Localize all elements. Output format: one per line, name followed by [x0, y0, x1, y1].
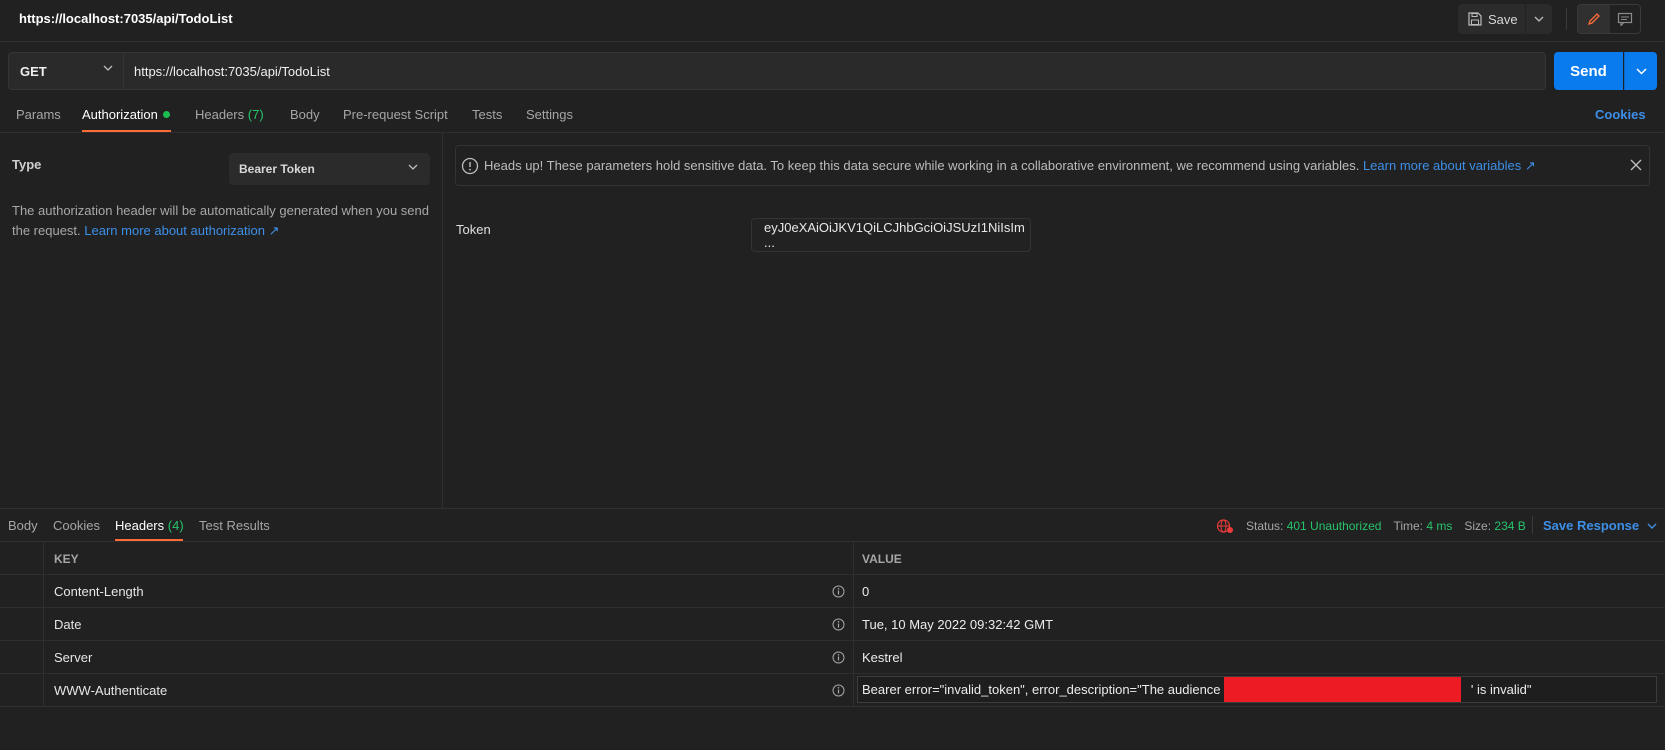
- type-label: Type: [12, 157, 42, 172]
- response-headers-count: (4): [167, 518, 184, 533]
- toolbar-divider: [1566, 8, 1567, 30]
- chevron-down-icon: [103, 65, 113, 71]
- header-key-text: Date: [54, 617, 82, 632]
- status-value[interactable]: 401 Unauthorized: [1287, 519, 1382, 533]
- learn-more-authorization-link[interactable]: Learn more about authorization ↗: [84, 223, 279, 238]
- globe-error-icon[interactable]: [1216, 518, 1234, 534]
- url-input[interactable]: https://localhost:7035/api/TodoList: [124, 52, 1546, 90]
- sensitive-data-banner: Heads up! These parameters hold sensitiv…: [455, 145, 1650, 186]
- title-bar: https://localhost:7035/api/TodoList Save: [0, 0, 1665, 42]
- headers-count: (7): [247, 107, 264, 122]
- header-key: Content-Length: [44, 575, 854, 608]
- row-gutter: [0, 608, 44, 641]
- value-suffix: ' is invalid": [1470, 682, 1532, 697]
- header-key-text: Server: [54, 650, 93, 665]
- tab-headers-label: Headers: [195, 107, 245, 122]
- tab-authorization[interactable]: Authorization: [82, 107, 170, 122]
- auth-description: The authorization header will be automat…: [12, 201, 432, 241]
- request-title[interactable]: https://localhost:7035/api/TodoList: [19, 11, 233, 26]
- auth-type-select[interactable]: Bearer Token: [229, 153, 430, 185]
- token-label: Token: [456, 222, 491, 237]
- response-headers-label: Headers: [115, 518, 165, 533]
- header-key-text: WWW-Authenticate: [54, 683, 168, 698]
- edit-mode-button[interactable]: [1578, 5, 1610, 33]
- mode-toggle: [1577, 4, 1641, 34]
- comment-icon: [1617, 12, 1633, 26]
- row-gutter: [0, 674, 44, 707]
- response-tab-cookies[interactable]: Cookies: [53, 518, 100, 533]
- status-label: Status:: [1246, 519, 1284, 533]
- divider: [0, 508, 1665, 509]
- size-value[interactable]: 234 B: [1494, 519, 1525, 533]
- tab-settings[interactable]: Settings: [526, 107, 573, 122]
- table-row: Server Kestrel: [0, 641, 1665, 674]
- info-icon: [461, 157, 479, 175]
- redaction-box: [1224, 677, 1461, 702]
- save-icon: [1468, 12, 1482, 26]
- header-key-text: Content-Length: [54, 584, 144, 599]
- value-prefix: Bearer error="invalid_token", error_desc…: [862, 682, 1234, 697]
- save-options-button[interactable]: [1526, 4, 1552, 34]
- row-gutter: [0, 575, 44, 608]
- value-column-header: VALUE: [862, 551, 902, 566]
- row-gutter: [0, 542, 44, 575]
- info-icon[interactable]: [832, 684, 845, 697]
- learn-more-variables-link[interactable]: Learn more about variables ↗: [1363, 158, 1536, 174]
- method-select[interactable]: GET: [8, 52, 124, 90]
- table-header-row: KEY VALUE: [0, 542, 1665, 575]
- info-icon[interactable]: [832, 585, 845, 598]
- divider: [1532, 516, 1533, 534]
- save-button[interactable]: Save: [1458, 4, 1525, 34]
- cookies-link[interactable]: Cookies: [1595, 107, 1646, 122]
- send-options-button[interactable]: [1624, 52, 1657, 90]
- save-response-label: Save Response: [1543, 518, 1640, 533]
- header-value[interactable]: Tue, 10 May 2022 09:32:42 GMT: [854, 608, 1665, 641]
- tab-tests[interactable]: Tests: [472, 107, 502, 122]
- save-label: Save: [1488, 11, 1518, 27]
- header-value[interactable]: Kestrel: [854, 641, 1665, 674]
- header-key: Server: [44, 641, 854, 674]
- table-row: Content-Length 0: [0, 575, 1665, 608]
- banner-text: Heads up! These parameters hold sensitiv…: [484, 158, 1360, 173]
- header-key: Date: [44, 608, 854, 641]
- send-button[interactable]: Send: [1554, 52, 1623, 90]
- response-tab-body[interactable]: Body: [8, 518, 38, 533]
- token-input[interactable]: eyJ0eXAiOiJKV1QiLCJhbGciOiJSUzI1NiIsIm .…: [751, 218, 1031, 252]
- tab-body[interactable]: Body: [290, 107, 320, 122]
- chevron-down-icon: [1534, 16, 1544, 22]
- chevron-down-icon: [1647, 523, 1657, 529]
- time-value[interactable]: 4 ms: [1426, 519, 1452, 533]
- time-label: Time:: [1393, 519, 1423, 533]
- tab-pre-request-script[interactable]: Pre-request Script: [343, 107, 448, 122]
- size-label: Size:: [1464, 519, 1492, 533]
- info-icon[interactable]: [832, 651, 845, 664]
- header-key: WWW-Authenticate: [44, 674, 854, 707]
- auth-type-panel: [0, 133, 443, 508]
- table-row: Date Tue, 10 May 2022 09:32:42 GMT: [0, 608, 1665, 641]
- save-response-button[interactable]: Save Response: [1543, 518, 1657, 533]
- header-value[interactable]: 0: [854, 575, 1665, 608]
- response-tab-test-results[interactable]: Test Results: [199, 518, 270, 533]
- response-meta: Status: 401 Unauthorized Time: 4 ms Size…: [1216, 518, 1526, 534]
- key-column-header: KEY: [44, 542, 854, 575]
- auth-type-value: Bearer Token: [239, 162, 315, 176]
- pencil-icon: [1587, 13, 1600, 26]
- chevron-down-icon: [408, 164, 418, 170]
- close-icon[interactable]: [1629, 158, 1643, 172]
- tab-params[interactable]: Params: [16, 107, 61, 122]
- response-tab-headers[interactable]: Headers (4): [115, 518, 184, 533]
- info-icon[interactable]: [832, 618, 845, 631]
- active-dot-icon: [162, 111, 170, 119]
- method-label: GET: [20, 63, 47, 79]
- chevron-down-icon: [1635, 67, 1647, 75]
- tab-authorization-label: Authorization: [82, 107, 158, 122]
- comment-mode-button[interactable]: [1610, 5, 1640, 33]
- row-gutter: [0, 641, 44, 674]
- tab-headers[interactable]: Headers (7): [195, 107, 264, 122]
